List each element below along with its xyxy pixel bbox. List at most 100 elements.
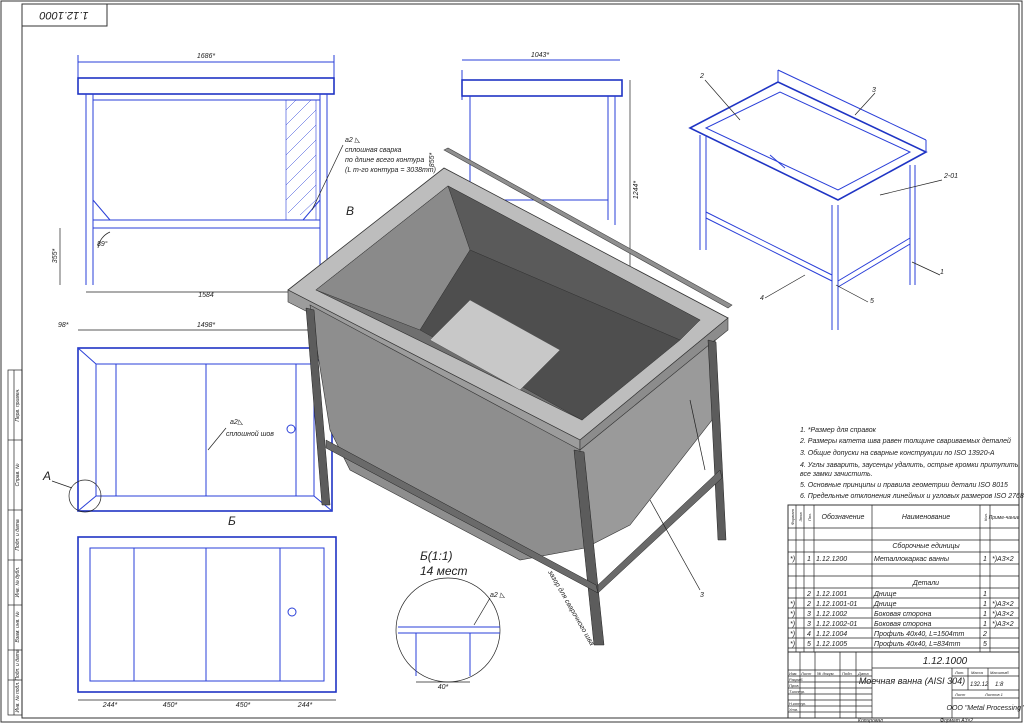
stamp-approve: Утв. xyxy=(789,707,798,712)
bom-row2-name: Днище xyxy=(873,591,897,598)
dim-plan-width: 1498* xyxy=(197,322,216,329)
callout-b: Б xyxy=(228,514,236,528)
side-strip: Перв. примен. Справ. № Подп. и дата Инв.… xyxy=(7,369,23,716)
strip-label-6: Подп. и дата xyxy=(15,649,21,681)
dim-bottom-1: 244* xyxy=(102,702,118,709)
weld-detail: а2 ◺ xyxy=(490,592,506,599)
stamp-doc: № докум. xyxy=(817,671,835,676)
bom-h-zone: Зона xyxy=(798,512,803,522)
bom-row2-qty: 1 xyxy=(983,591,987,598)
bottom-format: Формат A3×2 xyxy=(940,718,973,724)
iso-label-5: 5 xyxy=(870,298,874,305)
bottom-copied: Копировал xyxy=(858,718,883,724)
company: ООО "Metal Processing" xyxy=(947,705,1024,712)
bom-row5-note: *)A3×2 xyxy=(992,621,1014,628)
strip-label-2: Справ. № xyxy=(15,463,21,486)
strip-label-1: Перв. примен. xyxy=(15,388,21,421)
stamp-izm: Изм. xyxy=(789,671,798,676)
bom-row6-qty: 2 xyxy=(982,631,987,638)
bom-row4-name: Боковая сторона xyxy=(874,611,932,618)
weld-front-2: сплошная сварка xyxy=(345,147,402,154)
dim-plan-offset: 98* xyxy=(58,322,69,329)
dim-front-width: 1686* xyxy=(197,53,216,60)
stamp-sign: Подп. xyxy=(842,671,853,676)
bom-row4-note: *)A3×2 xyxy=(992,611,1014,618)
strip-label-4: Инв. № дубл. xyxy=(15,567,21,598)
callout-a: А xyxy=(42,469,51,483)
mass-value: 132.12 xyxy=(970,682,989,688)
bom-row1-note: *)A3×2 xyxy=(992,556,1014,563)
note-6: 5. Основные принципы и правила геометрии… xyxy=(800,481,1008,489)
bom-row5-code: 1.12.1002-01 xyxy=(816,621,857,628)
stamp-check: Пров. xyxy=(789,683,800,688)
weld-front-1: а2 ◺ xyxy=(345,137,361,144)
iso-label-4: 1 xyxy=(940,269,944,276)
note-1: 1. *Размер для справок xyxy=(800,426,877,434)
weld-front-3: по длине всего контура xyxy=(345,156,424,164)
bom-row4-fmt: *) xyxy=(790,611,795,618)
bom-h-qty: Кол. xyxy=(983,513,988,521)
dim-side-height: 1244* xyxy=(633,181,640,200)
stamp-lit: Лит. xyxy=(954,670,964,675)
stamp-sheet: Лист xyxy=(954,692,966,697)
weld-front-4: (L т-го контура = 3038mm) xyxy=(345,167,436,174)
technical-drawing: 1.12.1000 Перв. примен. Справ. № Подп. и… xyxy=(0,0,1024,724)
note-7: 6. Предельные отклонения линейных и угло… xyxy=(800,492,1024,500)
iso-label-3: 2-01 xyxy=(943,173,958,180)
bom-row7-code: 1.12.1005 xyxy=(816,641,847,648)
stamp-scale: Масштаб xyxy=(990,670,1009,675)
sheets-count: Листов 1 xyxy=(984,692,1003,697)
note-4: 4. Углы заварить, заусенцы удалить, остр… xyxy=(800,461,1020,469)
bom-row3-pos: 2 xyxy=(806,601,811,608)
bom-h-format: Формат xyxy=(790,508,795,525)
bom-row7-qty: 5 xyxy=(983,641,987,648)
bom-row2-pos: 2 xyxy=(806,591,811,598)
iso3d-label-3: 3 xyxy=(700,592,704,599)
plan-view: 98* 1498* а2◺ сплошной шов А xyxy=(42,322,333,513)
bom-row5-fmt: *) xyxy=(790,621,795,628)
bom-row3-name: Днище xyxy=(873,601,897,608)
bom-row6-name: Профиль 40x40, L=1504mm xyxy=(874,631,965,638)
strip-label-7: Инв. № подл. xyxy=(15,681,21,712)
section-sub: 14 мест xyxy=(420,564,467,578)
iso-3d-model: 3 xyxy=(287,147,733,646)
bottom-view: Б 244* 450* 450* 244* xyxy=(77,514,337,709)
note-3: 3. Общие допуски на сварные конструкции … xyxy=(800,449,995,457)
bom-row3-qty: 1 xyxy=(983,601,987,608)
weld-plan-1: а2◺ xyxy=(230,419,244,426)
stamp-list: Лист xyxy=(800,671,812,676)
bom-row1-pos: 1 xyxy=(807,556,811,563)
strip-label-3: Подп. и дата xyxy=(15,519,21,551)
bom-row6-fmt: *) xyxy=(790,631,795,638)
title-name: Моечная ванна (AISI 304) xyxy=(859,676,965,686)
section-label: Б(1:1) xyxy=(420,549,452,563)
iso-label-2: 3 xyxy=(872,87,876,94)
stamp-ncontr: Н.контр. xyxy=(789,701,806,706)
bom-row1-fmt: *) xyxy=(790,556,795,563)
dim-bottom-3: 450* xyxy=(236,702,251,709)
bom-section-units: Сборочные единицы xyxy=(892,542,960,550)
dim-detail-40: 40* xyxy=(438,684,449,691)
bom-row7-name: Профиль 40x40, L=834mm xyxy=(874,641,961,648)
dim-angle: 89° xyxy=(97,240,108,248)
note-2: 2. Размеры катета шва равен толщине свар… xyxy=(799,437,1011,445)
dim-side-width: 1043* xyxy=(531,52,550,59)
dim-front-h2: 355* xyxy=(52,249,59,264)
note-5: все замки зачистить. xyxy=(800,471,873,478)
bom-h-code: Обозначение xyxy=(822,513,865,521)
bom-row4-code: 1.12.1002 xyxy=(816,611,847,618)
bom-h-name: Наименование xyxy=(902,514,950,521)
title-designation: 1.12.1000 xyxy=(923,656,968,667)
bom-row4-qty: 1 xyxy=(983,611,987,618)
bom-row5-name: Боковая сторона xyxy=(874,621,932,628)
bom-row3-code: 1.12.1001-01 xyxy=(816,601,857,608)
scale-value: 1:8 xyxy=(995,682,1004,688)
bom-h-note: Приме-чание xyxy=(989,515,1020,521)
bom-row1-name: Металлокаркас ванны xyxy=(874,556,950,563)
dim-bottom-2: 450* xyxy=(163,702,178,709)
bom-table: Формат Зона Поз. Обозначение Наименовани… xyxy=(787,504,1020,653)
bom-row1-qty: 1 xyxy=(983,556,987,563)
bom-row5-pos: 3 xyxy=(807,621,811,628)
bom-row1-code: 1.12.1200 xyxy=(816,556,847,563)
drawing-sheet: 1.12.1000 Перв. примен. Справ. № Подп. и… xyxy=(0,0,1024,724)
